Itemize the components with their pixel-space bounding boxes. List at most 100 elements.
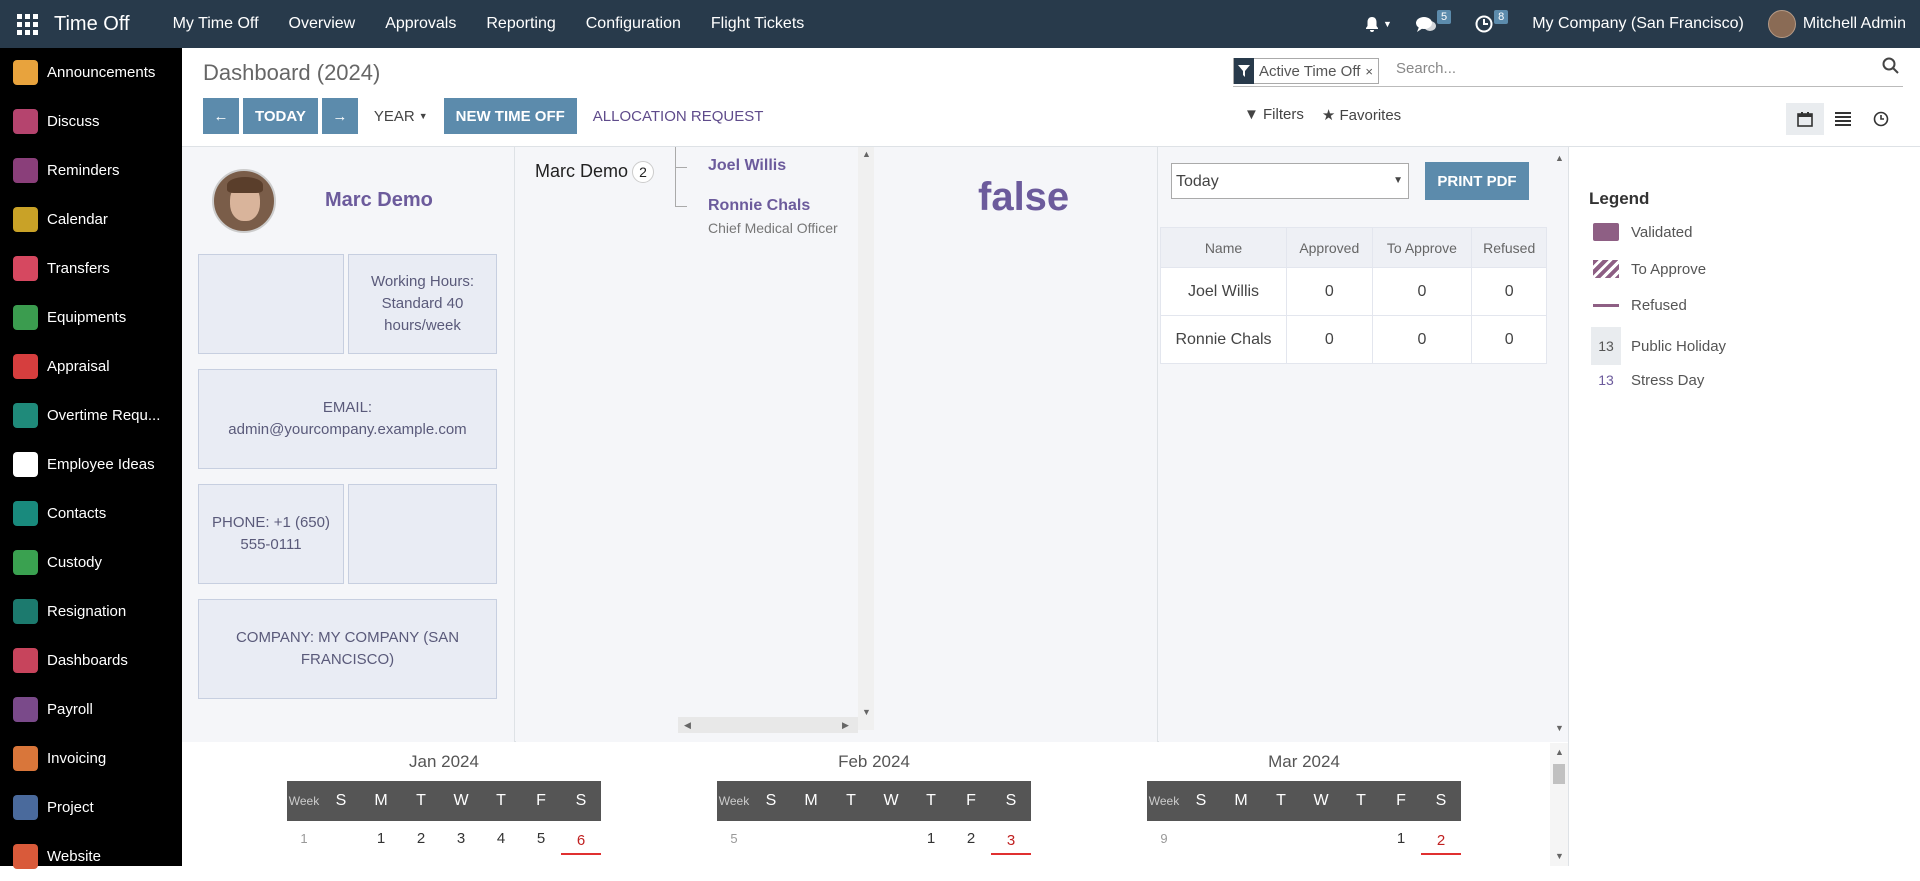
sidebar-item[interactable]: Dashboards <box>0 636 182 685</box>
search-facet[interactable]: Active Time Off × <box>1233 58 1380 84</box>
week-row: 5 123 <box>717 821 1031 855</box>
menu-overview[interactable]: Overview <box>274 0 371 48</box>
menu-my-time-off[interactable]: My Time Off <box>158 0 274 48</box>
week-header: Week <box>718 794 750 808</box>
sidebar-item[interactable]: Discuss <box>0 97 182 146</box>
to-approve-swatch <box>1593 260 1619 278</box>
filter-funnel-icon <box>1234 58 1254 84</box>
sidebar-item[interactable]: Contacts <box>0 489 182 538</box>
employee-name[interactable]: Marc Demo <box>325 189 433 212</box>
refused-swatch <box>1593 304 1619 307</box>
org-vertical-scrollbar[interactable]: ▲ ▼ <box>858 147 874 730</box>
employee-avatar <box>212 169 276 233</box>
sidebar-item[interactable]: Reminders <box>0 146 182 195</box>
weekday-label: S <box>1195 792 1207 809</box>
search-input[interactable]: Search... <box>1396 60 1456 77</box>
org-subordinate-name[interactable]: Joel Willis <box>708 157 786 175</box>
filters-dropdown[interactable]: ▼ Filters <box>1244 106 1304 124</box>
public-holiday-swatch: 13 <box>1591 327 1621 365</box>
subordinate-count-badge[interactable]: 2 <box>632 161 655 183</box>
menu-approvals[interactable]: Approvals <box>370 0 471 48</box>
weekday-label: S <box>575 792 587 809</box>
sidebar-item[interactable]: Invoicing <box>0 734 182 783</box>
user-avatar <box>1767 10 1796 38</box>
sidebar-item[interactable]: Employee Ideas <box>0 440 182 489</box>
sidebar-item[interactable]: Appraisal <box>0 342 182 391</box>
search-icon[interactable] <box>1882 57 1899 79</box>
blank-card-2 <box>348 484 497 584</box>
blank-card <box>198 254 344 354</box>
weekday-label: W <box>453 792 469 809</box>
org-horizontal-scrollbar[interactable]: ◀ ▶ <box>678 717 858 733</box>
table-cell: Joel Willis <box>1160 267 1287 316</box>
calendar-vertical-scrollbar[interactable]: ▲ ▼ <box>1550 743 1568 866</box>
day-cell[interactable]: 3 <box>441 830 481 847</box>
day-cell[interactable]: 2 <box>951 830 991 847</box>
prev-button[interactable]: ← <box>203 98 239 134</box>
weekday-label: F <box>966 792 976 809</box>
sidebar-app-icon <box>13 403 38 428</box>
next-button[interactable]: → <box>321 98 358 134</box>
sidebar-item[interactable]: Overtime Requ... <box>0 391 182 440</box>
day-cell[interactable]: 2 <box>1421 829 1461 855</box>
activity-view-icon[interactable] <box>1862 103 1900 135</box>
org-subordinate-name[interactable]: Ronnie Chals <box>708 197 810 215</box>
day-cell[interactable]: 1 <box>911 830 951 847</box>
table-cell: 0 <box>1471 315 1547 364</box>
sidebar-item[interactable]: Custody <box>0 538 182 587</box>
sidebar-app-icon <box>13 354 38 379</box>
weekday-header: Week S M T W T F S <box>717 781 1031 821</box>
notifications-bell-icon[interactable]: ▼ <box>1352 16 1404 33</box>
sidebar-item[interactable]: Resignation <box>0 587 182 636</box>
new-time-off-button[interactable]: NEW TIME OFF <box>443 98 577 134</box>
sidebar-item[interactable]: Announcements <box>0 48 182 97</box>
app-title[interactable]: Time Off <box>54 13 130 36</box>
chat-icon[interactable]: 5 <box>1404 10 1463 33</box>
top-navbar: Time Off My Time Off Overview Approvals … <box>0 0 1920 48</box>
day-cell[interactable]: 3 <box>991 829 1031 855</box>
legend-title: Legend <box>1589 189 1650 208</box>
dashboard-vertical-scrollbar[interactable]: ▲ ▼ <box>1550 147 1568 742</box>
scale-dropdown[interactable]: YEAR ▼ <box>362 98 440 134</box>
sidebar-item[interactable]: Payroll <box>0 685 182 734</box>
legend-item-public-holiday: 13 Public Holiday <box>1591 327 1726 365</box>
day-cell[interactable]: 6 <box>561 829 601 855</box>
menu-reporting[interactable]: Reporting <box>471 0 570 48</box>
filter-icon: ▼ <box>1244 106 1264 123</box>
activity-clock-icon[interactable]: 8 <box>1463 10 1520 33</box>
print-pdf-button[interactable]: PRINT PDF <box>1425 162 1529 200</box>
list-view-icon[interactable] <box>1824 103 1862 135</box>
sidebar-item[interactable]: Transfers <box>0 244 182 293</box>
period-select[interactable]: Today ▼ <box>1171 163 1409 199</box>
facet-remove-icon[interactable]: × <box>1365 64 1378 79</box>
sidebar-item[interactable]: Calendar <box>0 195 182 244</box>
sidebar-app-icon <box>13 207 38 232</box>
sidebar-item-label: Invoicing <box>47 750 107 767</box>
day-cell[interactable]: 5 <box>521 830 561 847</box>
today-button[interactable]: TODAY <box>243 98 318 134</box>
app-menu-icon[interactable] <box>0 0 54 48</box>
day-cell[interactable]: 1 <box>361 830 401 847</box>
day-cell[interactable]: 4 <box>481 830 521 847</box>
day-cell[interactable]: 2 <box>401 830 441 847</box>
user-menu[interactable]: Mitchell Admin <box>1756 10 1920 38</box>
menu-flight-tickets[interactable]: Flight Tickets <box>696 0 819 48</box>
time-off-summary-table: Name Approved To Approve Refused Joel Wi… <box>1160 227 1547 364</box>
calendar-view-icon[interactable] <box>1786 103 1824 135</box>
legend-panel: Legend Validated To Approve Refused 13 P… <box>1568 147 1920 866</box>
table-header: To Approve <box>1371 227 1473 268</box>
week-row: 1123456 <box>287 821 601 855</box>
menu-configuration[interactable]: Configuration <box>571 0 696 48</box>
sidebar-app-icon <box>13 501 38 526</box>
sidebar-item[interactable]: Equipments <box>0 293 182 342</box>
company-switcher[interactable]: My Company (San Francisco) <box>1520 15 1756 33</box>
activity-count-badge: 8 <box>1494 10 1509 24</box>
month-title: Feb 2024 <box>838 752 910 771</box>
day-cell[interactable]: 1 <box>1381 830 1421 847</box>
allocation-request-button[interactable]: ALLOCATION REQUEST <box>581 98 776 134</box>
sidebar-item[interactable]: Project <box>0 783 182 832</box>
sidebar-item[interactable]: Website <box>0 832 182 881</box>
org-chart-self: Marc Demo 2 <box>535 161 655 183</box>
favorites-dropdown[interactable]: ★ Favorites <box>1322 106 1401 124</box>
weekday-label: F <box>536 792 546 809</box>
